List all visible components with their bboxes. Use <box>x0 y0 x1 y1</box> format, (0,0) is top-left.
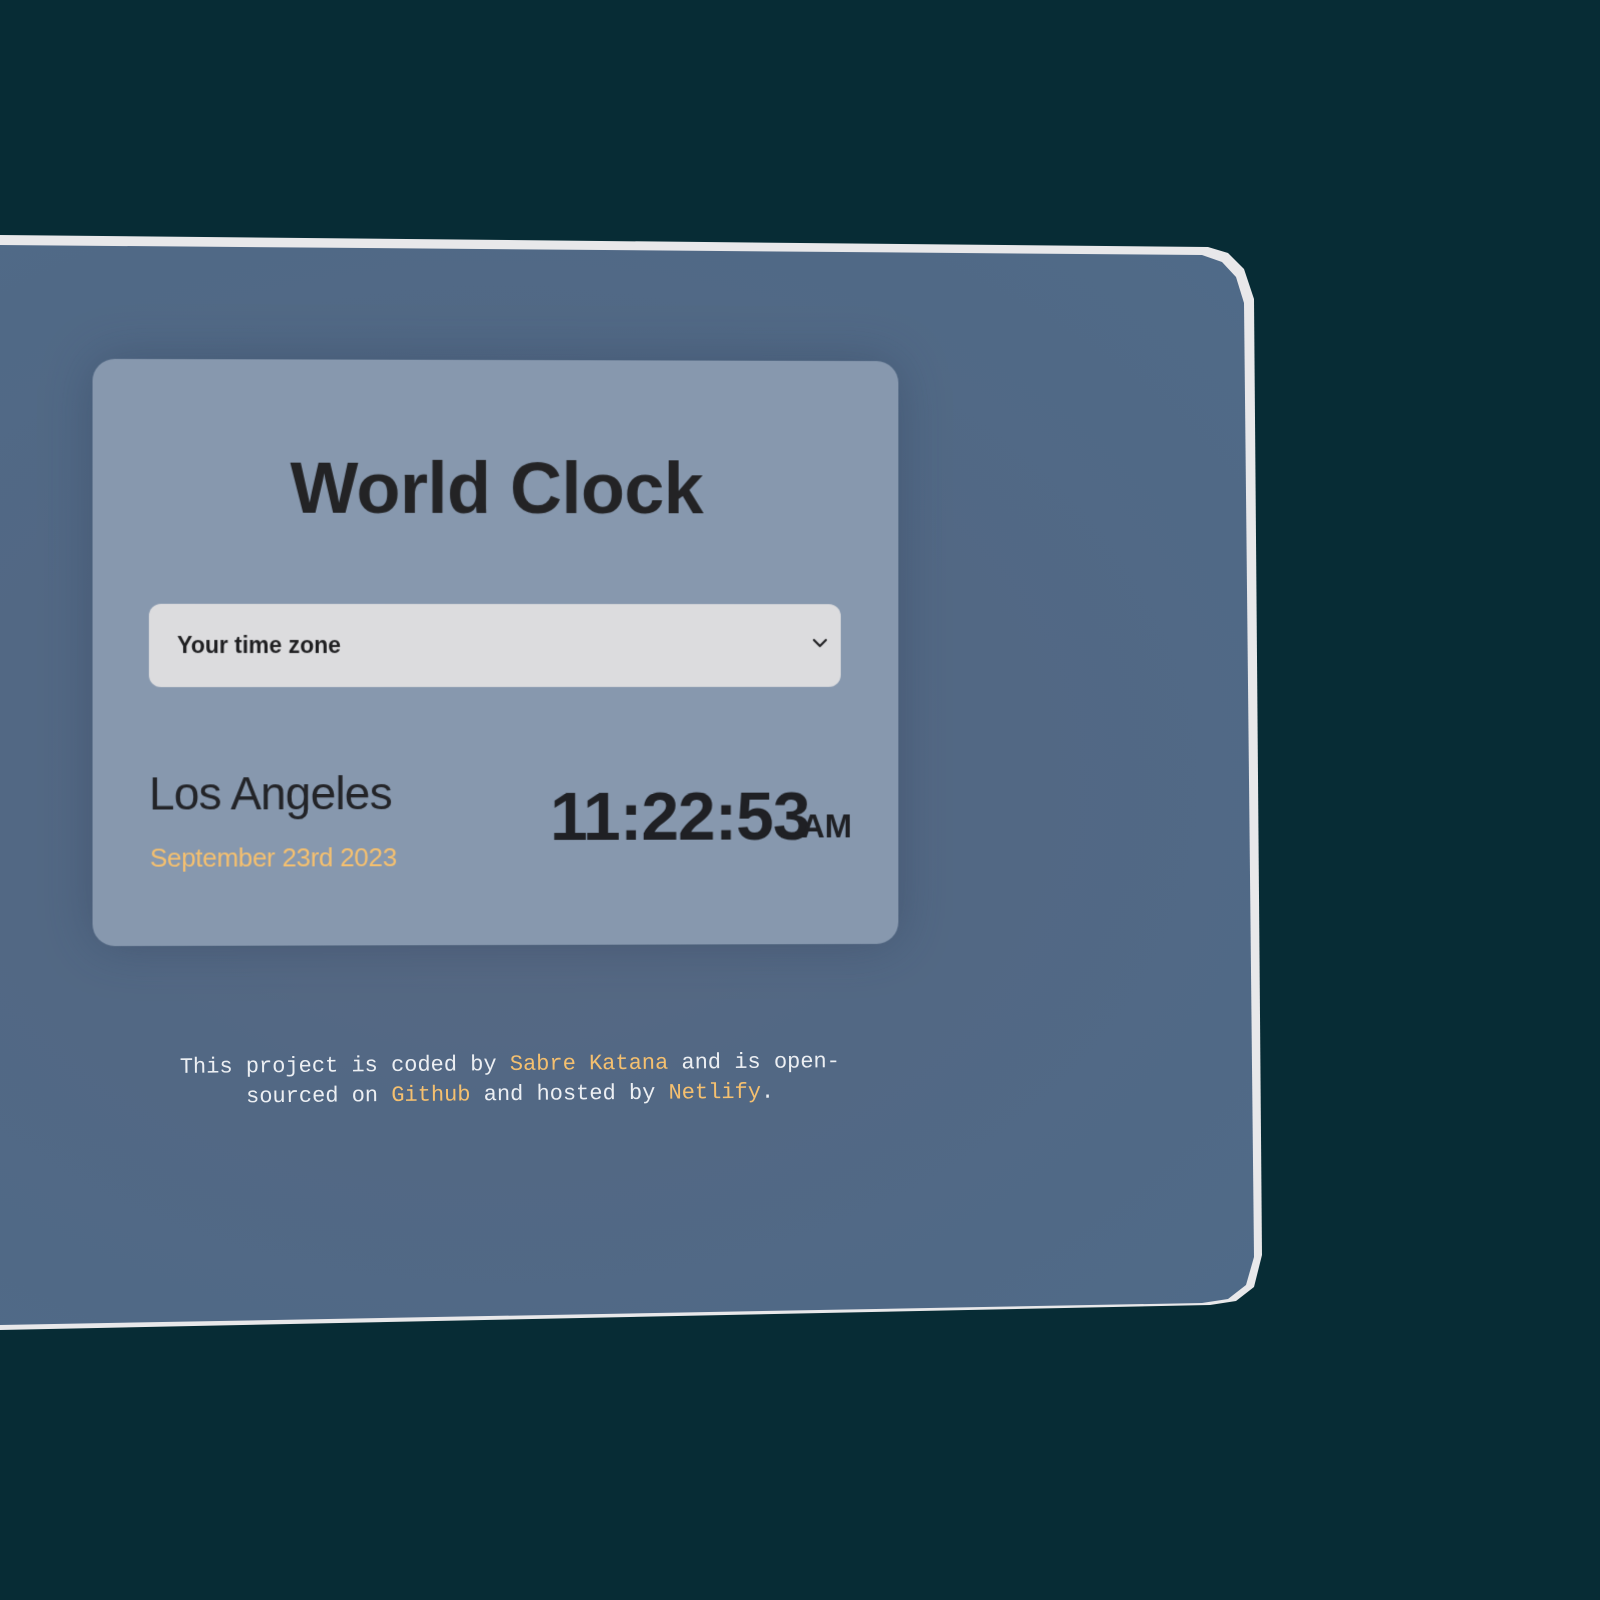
netlify-link[interactable]: Netlify <box>668 1080 761 1106</box>
page-title: World Clock <box>290 448 704 530</box>
author-link[interactable]: Sabre Katana <box>510 1051 669 1077</box>
github-link[interactable]: Github <box>391 1082 470 1108</box>
city-name: Los Angeles <box>148 767 392 820</box>
clock-card: World Clock Your time zone Los Angeles S… <box>92 358 899 947</box>
footer-text: This project is coded by <box>179 1052 510 1080</box>
timezone-select[interactable]: Your time zone <box>148 603 841 688</box>
city-time-period: AM <box>801 807 853 845</box>
footer-credits: This project is coded by Sabre Katana an… <box>160 1047 860 1113</box>
chevron-down-icon <box>809 632 831 654</box>
city-time: 11:22:53 <box>549 778 810 855</box>
city-date: September 23rd 2023 <box>149 842 397 873</box>
footer-text: and hosted by <box>470 1080 669 1108</box>
timezone-select-value: Your time zone <box>177 631 341 659</box>
footer-text: . <box>760 1079 775 1105</box>
scene: World Clock Your time zone Los Angeles S… <box>0 0 1600 1600</box>
